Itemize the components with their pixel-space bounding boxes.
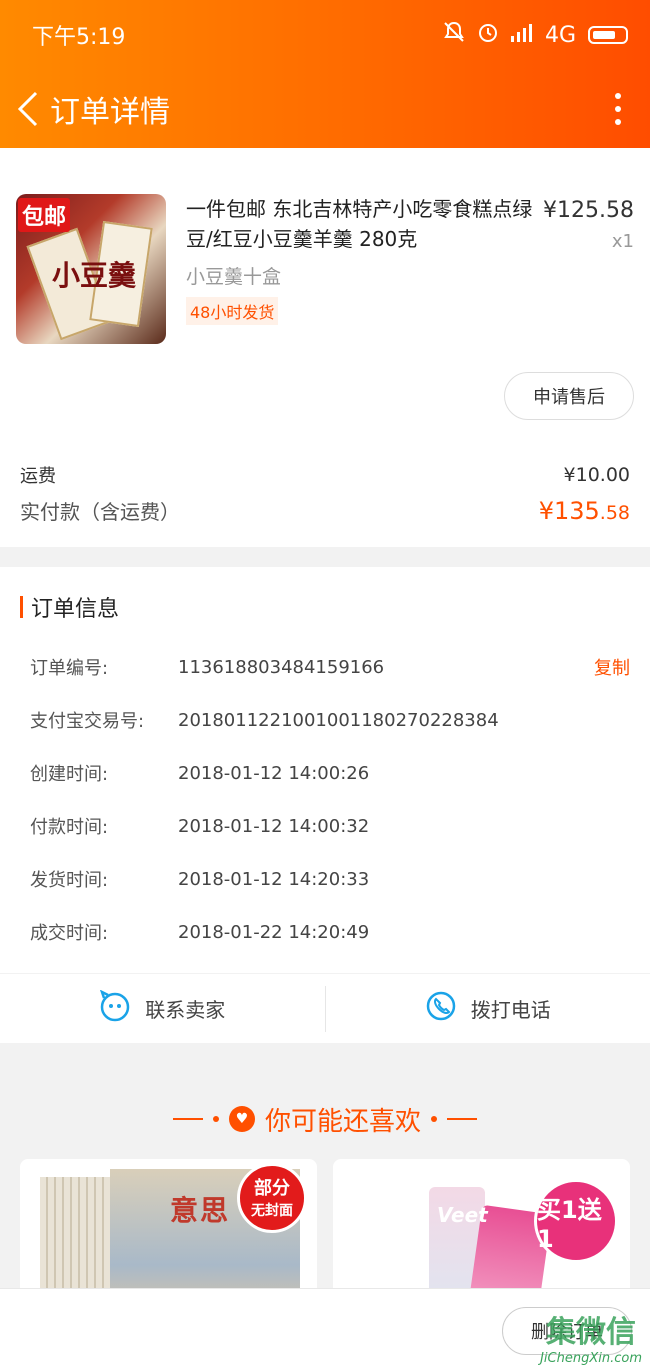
after-sale-button[interactable]: 申请售后 (504, 372, 634, 420)
paid-time-row: 付款时间: 2018-01-12 14:00:32 (30, 804, 630, 848)
call-phone-button[interactable]: 拨打电话 (326, 984, 650, 1034)
contact-bar: 联系卖家 拨打电话 (0, 973, 650, 1043)
section-gap (0, 1043, 650, 1089)
buy-one-get-one-badge: 买1送1 (534, 1179, 618, 1263)
alipay-trade-value: 2018011221001001180270228384 (178, 709, 499, 731)
order-number-row: 订单编号: 113618803484159166 复制 (30, 645, 630, 689)
badge-line-2: 无封面 (251, 1203, 293, 1219)
header-dot-left (212, 1116, 219, 1122)
shipped-time-label: 发货时间: (30, 870, 109, 891)
call-phone-label: 拨打电话 (470, 998, 551, 1022)
chat-face-icon (99, 989, 131, 1027)
recommend-header: ♥ 你可能还喜欢 (0, 1089, 650, 1149)
product-spec: 小豆羹十盒 (186, 266, 282, 288)
product-price-block: ¥125.58 x1 (536, 194, 634, 344)
paid-time-value: 2018-01-12 14:00:32 (178, 815, 370, 837)
heart-icon: ♥ (228, 1106, 255, 1132)
watermark-main: 集微信 (546, 1315, 637, 1350)
badge-line-1: 部分 (254, 1178, 290, 1199)
recommend-title: 你可能还喜欢 (264, 1106, 421, 1137)
product-card: 包邮 小豆羹 一件包邮 东北吉林特产小吃零食糕点绿豆/红豆小豆羹羊羹 280克 … (0, 148, 650, 547)
alipay-trade-label: 支付宝交易号: (30, 711, 145, 732)
total-currency: ¥ (538, 496, 554, 525)
veet-brand-text: Veet (437, 1203, 488, 1227)
completed-time-label: 成交时间: (30, 923, 109, 944)
signal-icon (510, 23, 533, 48)
copy-button[interactable]: 复制 (594, 654, 630, 680)
phone-icon (425, 990, 457, 1027)
order-number-label: 订单编号: (30, 658, 109, 679)
network-label: 4G (544, 22, 576, 48)
order-info-header: 订单信息 (0, 591, 650, 623)
total-row: 实付款（含运费） ¥135.58 (20, 496, 630, 525)
shipping-fee-row: 运费 ¥10.00 (20, 462, 630, 488)
watermark-sub: JiChengXin.com (540, 1351, 642, 1366)
total-label: 实付款（含运费） (20, 500, 180, 524)
free-shipping-tag: 包邮 (18, 198, 71, 232)
section-accent-bar (20, 596, 23, 618)
product-row[interactable]: 包邮 小豆羹 一件包邮 东北吉林特产小吃零食糕点绿豆/红豆小豆羹羊羹 280克 … (0, 160, 650, 344)
header-line-left (172, 1118, 203, 1120)
nav-bar: 订单详情 (0, 70, 650, 148)
paid-time-label: 付款时间: (30, 817, 109, 838)
created-time-row: 创建时间: 2018-01-12 14:00:26 (30, 751, 630, 795)
product-info: 一件包邮 东北吉林特产小吃零食糕点绿豆/红豆小豆羹羊羹 280克 小豆羹十盒 4… (166, 194, 536, 344)
status-bar: 下午5:19 4G (0, 0, 650, 70)
product-image[interactable]: 包邮 小豆羹 (16, 194, 166, 344)
created-time-value: 2018-01-12 14:00:26 (178, 762, 370, 784)
product-name: 一件包邮 东北吉林特产小吃零食糕点绿豆/红豆小豆羹羊羹 280克 (186, 197, 533, 251)
product-price: ¥125.58 (543, 198, 634, 223)
completed-time-value: 2018-01-22 14:20:49 (178, 921, 370, 943)
created-time-label: 创建时间: (30, 764, 109, 785)
product-image-text: 小豆羹 (52, 259, 137, 292)
header-line-right (447, 1118, 477, 1120)
alipay-trade-row: 支付宝交易号: 2018011221001001180270228384 (30, 698, 630, 742)
previous-section-peek (0, 148, 650, 160)
after-sale-row: 申请售后 (0, 344, 650, 420)
total-value: ¥135.58 (539, 497, 630, 525)
shipped-time-value: 2018-01-12 14:20:33 (178, 868, 370, 890)
battery-icon (588, 26, 628, 44)
site-watermark: 集微信 JiChengXin.com (540, 1307, 642, 1366)
header-dot-right (431, 1116, 437, 1122)
order-info-card: 订单信息 订单编号: 113618803484159166 复制 支付宝交易号:… (0, 567, 650, 1043)
page-title: 订单详情 (50, 95, 170, 130)
product-qty: x1 (611, 231, 634, 252)
completed-time-row: 成交时间: 2018-01-22 14:20:49 (30, 910, 630, 954)
contact-seller-button[interactable]: 联系卖家 (0, 984, 325, 1034)
shipping-value: ¥10.00 (563, 464, 630, 486)
section-gap (0, 547, 650, 567)
order-info-list: 订单编号: 113618803484159166 复制 支付宝交易号: 2018… (0, 623, 650, 973)
fee-summary: 运费 ¥10.00 实付款（含运费） ¥135.58 (0, 420, 650, 547)
back-arrow-icon[interactable] (12, 89, 44, 129)
shipping-label: 运费 (20, 466, 56, 487)
header-bar: 下午5:19 4G 订单详情 (0, 0, 650, 148)
alarm-icon (477, 21, 499, 49)
total-decimal: .58 (599, 501, 630, 524)
status-time: 下午5:19 (32, 25, 126, 50)
total-integer: 135 (553, 496, 600, 525)
shipping-badge: 48小时发货 (186, 297, 279, 325)
order-content: 包邮 小豆羹 一件包邮 东北吉林特产小吃零食糕点绿豆/红豆小豆羹羊羹 280克 … (0, 148, 650, 1329)
mute-bell-icon (443, 21, 465, 49)
status-icons: 4G (443, 21, 628, 49)
contact-seller-label: 联系卖家 (145, 998, 226, 1022)
more-menu-icon[interactable] (598, 84, 638, 134)
order-number-value: 113618803484159166 (178, 656, 385, 678)
order-info-title: 订单信息 (31, 597, 120, 622)
shipped-time-row: 发货时间: 2018-01-12 14:20:33 (30, 857, 630, 901)
partial-no-cover-badge: 部分 无封面 (237, 1163, 307, 1233)
magazine-cover-title: 意思 (170, 1194, 231, 1227)
